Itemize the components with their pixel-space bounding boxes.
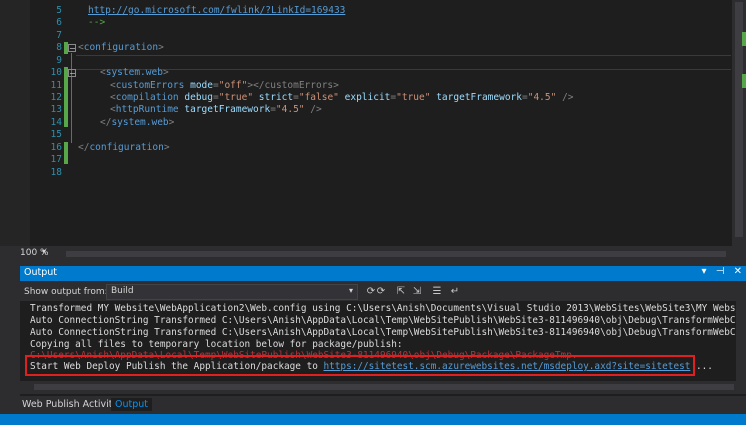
close-icon[interactable]: ✕	[734, 266, 742, 277]
tab-output[interactable]: Output	[111, 398, 152, 411]
scroll-change-marker	[742, 74, 746, 88]
output-source-dropdown[interactable]: Build ▾	[106, 284, 358, 300]
code-line: -->	[88, 17, 106, 28]
line-number: 10	[50, 67, 62, 78]
code-link[interactable]: http://go.microsoft.com/fwlink/?LinkId=1…	[88, 5, 345, 16]
highlight-annotation-box	[25, 355, 695, 376]
go-to-next-icon[interactable]: ⇱	[394, 285, 408, 298]
chevron-down-icon[interactable]: ▾	[42, 247, 46, 256]
window-position-icon[interactable]: ▾	[701, 266, 706, 277]
output-horizontal-scrollbar[interactable]	[20, 381, 746, 394]
word-wrap-icon[interactable]: ↵	[448, 285, 462, 298]
change-marker	[64, 142, 68, 164]
collapse-region-icon[interactable]: −	[68, 69, 76, 78]
output-line: Transformed MY Website\WebApplication2\W…	[30, 303, 746, 314]
line-number: 13	[50, 104, 62, 115]
code-line: <system.web>	[100, 67, 169, 78]
clear-all-icon[interactable]: ☰	[430, 285, 444, 298]
current-line-highlight	[76, 55, 731, 70]
code-line: <httpRuntime targetFramework="4.5" />	[110, 104, 322, 115]
output-panel-header[interactable]: Output ▾ ⊣ ✕	[20, 266, 746, 281]
status-bar	[0, 414, 746, 425]
show-output-label: Show output from:	[24, 287, 108, 297]
code-editor[interactable]: 5 6 7 8 9 10 11 12 13 14 15 16 17 18 − −…	[0, 0, 746, 246]
editor-zoom-bar: 100 % ▾	[0, 246, 746, 262]
code-line: <customErrors mode="off"></customErrors>	[110, 80, 339, 91]
selected-source: Build	[111, 286, 134, 296]
line-number: 17	[50, 154, 62, 165]
go-to-previous-icon[interactable]: ⇲	[410, 285, 424, 298]
find-message-icon[interactable]: ⟳	[374, 285, 388, 298]
bottom-tool-tabs: Web Publish Activity Output	[0, 396, 746, 414]
line-number: 11	[50, 80, 62, 91]
editor-horizontal-scrollbar[interactable]	[66, 251, 726, 257]
line-number: 5	[56, 5, 62, 16]
collapse-region-icon[interactable]: −	[68, 44, 76, 53]
output-line: Auto ConnectionString Transformed C:\Use…	[30, 327, 746, 338]
line-number: 9	[56, 55, 62, 66]
line-number: 7	[56, 30, 62, 41]
code-line: </configuration>	[78, 142, 170, 153]
scroll-change-marker	[742, 32, 746, 46]
pin-icon[interactable]: ⊣	[716, 266, 725, 277]
output-vertical-scrollbar[interactable]	[736, 301, 746, 381]
scrollbar-thumb[interactable]	[34, 384, 734, 390]
panel-title: Output	[24, 267, 57, 278]
code-line: <compilation debug="true" strict="false"…	[110, 92, 574, 103]
line-number-gutter: 5 6 7 8 9 10 11 12 13 14 15 16 17 18	[30, 0, 62, 246]
tab-web-publish-activity[interactable]: Web Publish Activity	[18, 398, 122, 411]
output-line: Auto ConnectionString Transformed C:\Use…	[30, 315, 746, 326]
fold-guide-line	[71, 53, 72, 143]
line-number: 6	[56, 17, 62, 28]
line-number: 18	[50, 167, 62, 178]
chevron-down-icon: ▾	[348, 286, 353, 295]
output-toolbar: Show output from: Build ▾ ⟳ ⟳ ⇱ ⇲ ☰ ↵	[20, 283, 746, 301]
panel-buttons: ▾ ⊣ ✕	[701, 266, 742, 277]
left-toolbar-strip	[0, 262, 20, 396]
code-line: <configuration>	[78, 42, 164, 53]
left-toolbar-strip	[0, 0, 30, 246]
line-number: 8	[56, 42, 62, 53]
line-number: 16	[50, 142, 62, 153]
line-number: 14	[50, 117, 62, 128]
line-number: 12	[50, 92, 62, 103]
line-number: 15	[50, 129, 62, 140]
code-line: </system.web>	[100, 117, 175, 128]
